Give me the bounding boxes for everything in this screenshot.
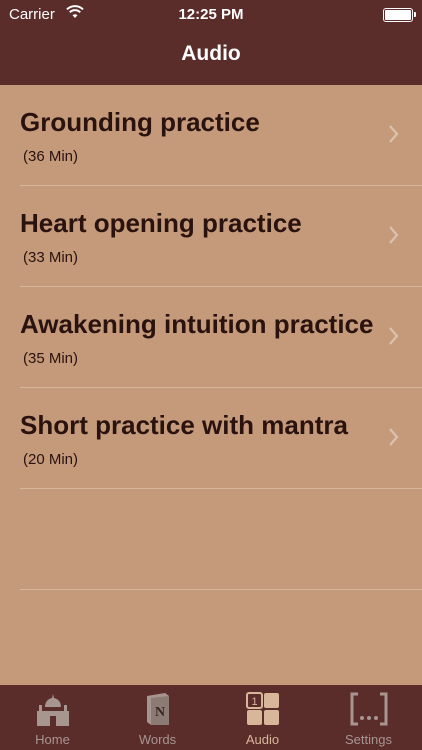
tab-home[interactable]: Home bbox=[0, 685, 105, 750]
svg-text:N: N bbox=[154, 705, 164, 720]
battery-icon bbox=[383, 8, 416, 22]
list-item-short-mantra[interactable]: Short practice with mantra (20 Min) bbox=[20, 388, 422, 489]
item-title: Heart opening practice bbox=[20, 208, 302, 238]
list-item-grounding[interactable]: Grounding practice (36 Min) bbox=[20, 85, 422, 186]
item-title: Grounding practice bbox=[20, 107, 260, 137]
tab-settings[interactable]: Settings bbox=[315, 685, 422, 750]
page-title: Audio bbox=[181, 42, 241, 65]
settings-bracket-icon bbox=[350, 692, 388, 731]
audio-list: Grounding practice (36 Min) Heart openin… bbox=[0, 85, 422, 590]
chevron-right-icon bbox=[389, 226, 399, 244]
chevron-right-icon bbox=[389, 327, 399, 345]
tab-words[interactable]: N Words bbox=[105, 685, 210, 750]
svg-text:1: 1 bbox=[251, 696, 257, 708]
audio-grid-icon: 1 bbox=[245, 692, 280, 731]
book-icon: N bbox=[143, 692, 173, 731]
tab-label: Words bbox=[138, 732, 177, 747]
item-title: Short practice with mantra bbox=[20, 410, 348, 440]
item-duration: (20 Min) bbox=[23, 451, 79, 468]
status-time: 12:25 PM bbox=[178, 6, 244, 23]
item-duration: (36 Min) bbox=[23, 148, 79, 165]
item-duration: (33 Min) bbox=[23, 249, 79, 266]
status-bar: Carrier 12:25 PM bbox=[0, 0, 422, 30]
tab-label: Home bbox=[35, 732, 70, 747]
chevron-right-icon bbox=[389, 428, 399, 446]
tab-bar: Home N Words 1 Audio Settings bbox=[0, 685, 422, 750]
chevron-right-icon bbox=[389, 125, 399, 143]
tab-audio[interactable]: 1 Audio bbox=[210, 685, 315, 750]
item-duration: (35 Min) bbox=[23, 350, 79, 367]
tab-label: Settings bbox=[345, 732, 392, 747]
tab-label: Audio bbox=[245, 732, 280, 747]
top-bar: Carrier 12:25 PM Audio bbox=[0, 0, 422, 85]
empty-row bbox=[20, 489, 422, 590]
list-item-awakening-intuition[interactable]: Awakening intuition practice (35 Min) bbox=[20, 287, 422, 388]
item-title: Awakening intuition practice bbox=[20, 309, 374, 339]
temple-icon bbox=[35, 692, 71, 731]
list-item-heart-opening[interactable]: Heart opening practice (33 Min) bbox=[20, 186, 422, 287]
